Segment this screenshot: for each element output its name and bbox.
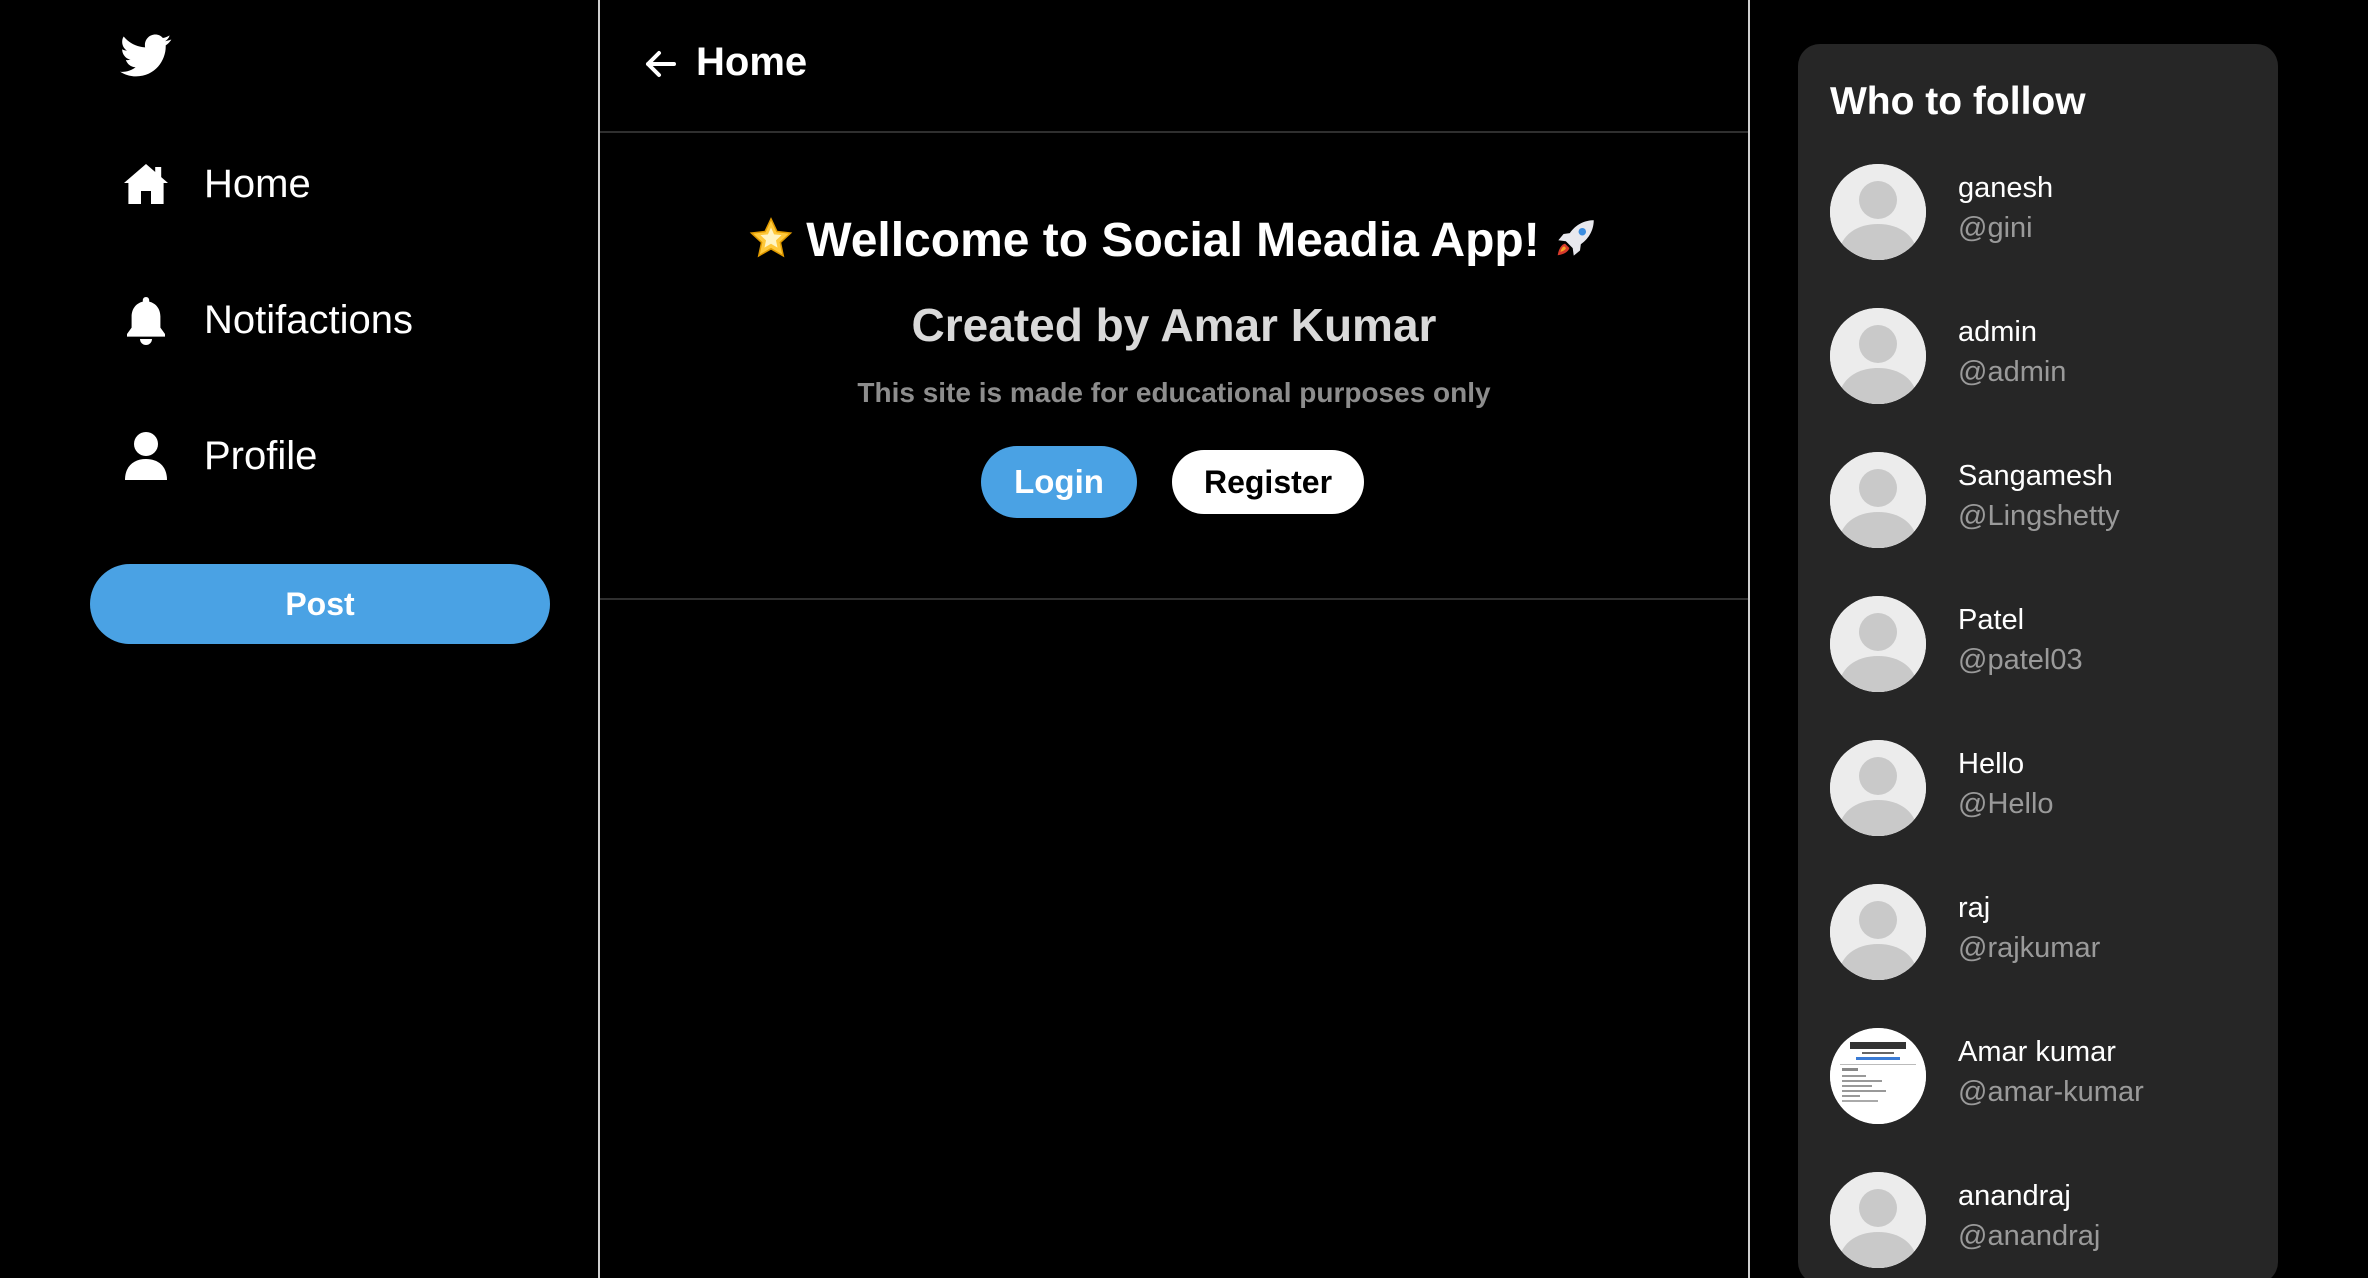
follow-user-handle: @patel03 [1958, 644, 2083, 676]
follow-user-item[interactable]: raj @rajkumar [1830, 884, 2250, 984]
main-header: Home [600, 0, 1748, 133]
follow-user-name: Patel [1958, 604, 2025, 636]
star-icon [748, 216, 794, 262]
follow-user-name: admin [1958, 316, 2037, 348]
arrow-left-icon[interactable] [640, 44, 680, 84]
follow-user-item[interactable]: Hello @Hello [1830, 740, 2250, 840]
avatar [1830, 308, 1926, 404]
person-icon [122, 430, 170, 482]
avatar [1830, 884, 1926, 980]
avatar [1830, 596, 1926, 692]
sidebar-item-notifications[interactable]: Notifactions [122, 290, 413, 350]
register-button[interactable]: Register [1172, 450, 1364, 514]
subtitle: Created by Amar Kumar [911, 299, 1437, 351]
sidebar-item-label: Home [204, 161, 311, 206]
follow-user-name: ganesh [1958, 172, 2054, 204]
sidebar-item-label: Notifactions [204, 297, 413, 342]
left-sidebar: Home Notifactions Profile Post [0, 0, 598, 1278]
twitter-bird-icon[interactable] [120, 34, 172, 78]
welcome-panel: Wellcome to Social Meadia App! Created b… [600, 133, 1748, 600]
follow-user-name: Hello [1958, 748, 2025, 780]
rocket-icon [1550, 214, 1600, 264]
follow-user-handle: @Lingshetty [1958, 500, 2120, 532]
welcome-title: Wellcome to Social Meadia App! [806, 214, 1540, 267]
main-column: Home Wellcome to Social Meadia App! Crea… [600, 0, 1748, 1278]
follow-user-handle: @rajkumar [1958, 932, 2101, 964]
disclaimer-note: This site is made for educational purpos… [857, 377, 1491, 408]
follow-user-handle: @anandraj [1958, 1220, 2101, 1252]
login-button[interactable]: Login [981, 446, 1137, 518]
sidebar-item-label: Profile [204, 433, 318, 478]
follow-user-item[interactable]: Sangamesh @Lingshetty [1830, 452, 2250, 552]
follow-user-name: anandraj [1958, 1180, 2071, 1212]
avatar [1830, 452, 1926, 548]
follow-user-handle: @Hello [1958, 788, 2054, 820]
follow-user-item[interactable]: Amar kumar @amar-kumar [1830, 1028, 2250, 1128]
follow-user-item[interactable]: ganesh @gini [1830, 164, 2250, 264]
avatar [1830, 164, 1926, 260]
home-icon [122, 158, 170, 210]
right-divider [1748, 0, 1750, 1278]
avatar [1830, 1172, 1926, 1268]
sidebar-item-home[interactable]: Home [122, 154, 311, 214]
post-button[interactable]: Post [90, 564, 550, 644]
avatar [1830, 1028, 1926, 1124]
page-title: Home [696, 40, 808, 84]
welcome-title-row: Wellcome to Social Meadia App! [600, 213, 1748, 268]
bell-icon [122, 294, 170, 346]
follow-user-item[interactable]: Patel @patel03 [1830, 596, 2250, 696]
follow-user-handle: @amar-kumar [1958, 1076, 2144, 1108]
follow-user-handle: @admin [1958, 356, 2067, 388]
sidebar-item-profile[interactable]: Profile [122, 426, 317, 486]
follow-user-name: raj [1958, 892, 1991, 924]
follow-user-item[interactable]: admin @admin [1830, 308, 2250, 408]
app-root: Home Notifactions Profile Post Home Well… [0, 0, 2368, 1278]
follow-panel-title: Who to follow [1830, 80, 2086, 123]
follow-user-name: Sangamesh [1958, 460, 2113, 492]
who-to-follow-panel: Who to follow ganesh @gini admin @admin … [1798, 44, 2278, 1278]
avatar [1830, 740, 1926, 836]
follow-user-handle: @gini [1958, 212, 2033, 244]
follow-user-name: Amar kumar [1958, 1036, 2116, 1068]
follow-user-item[interactable]: anandraj @anandraj [1830, 1172, 2250, 1272]
